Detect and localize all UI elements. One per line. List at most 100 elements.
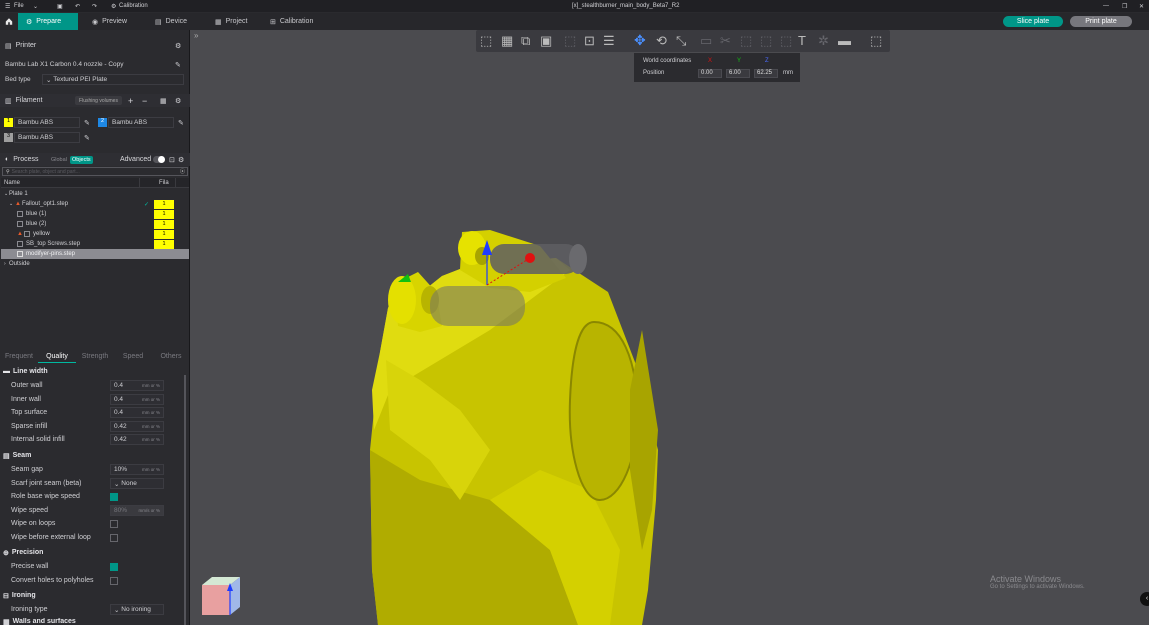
- position-y-input[interactable]: 6.00: [726, 69, 750, 78]
- rotate-icon[interactable]: ⟲: [656, 33, 667, 49]
- redo-icon[interactable]: ↷: [92, 3, 97, 10]
- filament-settings-icon[interactable]: ⚙: [175, 97, 181, 105]
- tab-device[interactable]: ▤ Device: [147, 13, 195, 30]
- file-menu[interactable]: File: [14, 3, 24, 9]
- tab-others[interactable]: Others: [152, 350, 190, 363]
- plate-settings-icon[interactable]: ⊡: [584, 33, 595, 49]
- filament-slot-1-color[interactable]: 1: [4, 118, 13, 127]
- tab-calibration[interactable]: ⊞ Calibration: [262, 13, 321, 30]
- filament-slot-2-edit-icon[interactable]: ✎: [178, 119, 184, 127]
- 3d-viewport[interactable]: [190, 30, 1149, 625]
- printer-settings-icon[interactable]: ⚙: [175, 42, 181, 50]
- outer-wall-input[interactable]: 0.4 mm or %: [110, 380, 164, 391]
- remove-filament-icon[interactable]: −: [142, 96, 147, 106]
- print-plate-button[interactable]: Print plate: [1070, 16, 1132, 27]
- slice-plate-button[interactable]: Slice plate: [1003, 16, 1063, 27]
- filament-slot-3-select[interactable]: Bambu ABS: [14, 132, 80, 143]
- seam-paint-icon[interactable]: ⬚: [760, 33, 772, 49]
- col-fila[interactable]: Fila: [159, 180, 169, 186]
- tab-prepare[interactable]: ⚙ Prepare: [18, 13, 78, 30]
- svg-tool-icon[interactable]: ✲: [818, 33, 829, 49]
- clear-search-icon[interactable]: ⓧ: [180, 168, 185, 175]
- filament-slot-2-select[interactable]: Bambu ABS: [108, 117, 174, 128]
- top-surface-input[interactable]: 0.4 mm or %: [110, 407, 164, 418]
- filament-slot-2-color[interactable]: 2: [98, 118, 107, 127]
- save-icon[interactable]: ▣: [57, 3, 63, 10]
- wipe-speed-input[interactable]: 80% mm/s or %: [110, 505, 164, 516]
- add-object-icon[interactable]: ⬚: [480, 33, 492, 49]
- sync-filament-icon[interactable]: ▦: [160, 97, 167, 105]
- lay-on-face-icon[interactable]: ▭: [700, 33, 712, 49]
- text-tool-icon[interactable]: T: [798, 33, 806, 48]
- role-wipe-checkbox[interactable]: [110, 493, 118, 501]
- menu-icon[interactable]: ☰: [5, 3, 10, 10]
- compare-icon[interactable]: ⊡: [169, 156, 175, 164]
- add-plate-icon[interactable]: ▦: [501, 33, 513, 49]
- part-row-selected[interactable]: modifyer-pins.step: [1, 249, 189, 259]
- collapse-icon[interactable]: ⌄: [4, 191, 8, 197]
- printer-select[interactable]: Bambu Lab X1 Carbon 0.4 nozzle - Copy: [2, 59, 170, 70]
- object-row[interactable]: ⌄ ▲ Fallout_opt1.step ✓ 1: [1, 199, 189, 209]
- object-filament[interactable]: 1: [154, 199, 174, 209]
- internal-solid-infill-input[interactable]: 0.42 mm or %: [110, 434, 164, 445]
- view-cube[interactable]: [198, 573, 248, 623]
- collapse-icon[interactable]: ⌄: [9, 201, 13, 207]
- filament-slot-3-edit-icon[interactable]: ✎: [84, 134, 90, 142]
- part-row[interactable]: ▲ yellow 1: [1, 229, 189, 239]
- process-global-tab[interactable]: Global: [51, 157, 67, 163]
- wipe-before-checkbox[interactable]: [110, 534, 118, 542]
- scale-icon[interactable]: ⤡: [676, 33, 686, 49]
- chevron-left-icon[interactable]: ‹: [1140, 592, 1149, 606]
- layers-icon[interactable]: ☰: [603, 33, 615, 49]
- part-filament[interactable]: 1: [154, 219, 174, 229]
- support-paint-icon[interactable]: ⬚: [740, 33, 752, 49]
- flushing-volumes-button[interactable]: Flushing volumes: [75, 96, 122, 105]
- color-paint-icon[interactable]: ⬚: [780, 33, 792, 49]
- bed-type-select[interactable]: ⌄ Textured PEI Plate: [42, 74, 184, 85]
- filament-slot-1-edit-icon[interactable]: ✎: [84, 119, 90, 127]
- home-icon[interactable]: [0, 13, 18, 30]
- wipe-loops-checkbox[interactable]: [110, 520, 118, 528]
- advanced-toggle[interactable]: [153, 156, 165, 163]
- inner-wall-input[interactable]: 0.4 mm or %: [110, 394, 164, 405]
- convert-holes-checkbox[interactable]: [110, 577, 118, 585]
- add-filament-icon[interactable]: +: [128, 96, 133, 106]
- tab-project[interactable]: ▦ Project: [207, 13, 255, 30]
- seam-gap-input[interactable]: 10% mm or %: [110, 464, 164, 475]
- process-objects-tab[interactable]: Objects: [70, 155, 93, 164]
- calibration-menu[interactable]: Calibration: [119, 3, 148, 9]
- close-icon[interactable]: ✕: [1139, 3, 1144, 10]
- ironing-type-select[interactable]: ⌄ No ironing: [110, 604, 164, 615]
- move-icon[interactable]: ✥: [634, 32, 646, 49]
- part-filament[interactable]: 1: [154, 229, 174, 239]
- position-z-input[interactable]: 62.25: [754, 69, 778, 78]
- tab-speed[interactable]: Speed: [114, 350, 152, 363]
- tab-frequent[interactable]: Frequent: [0, 350, 38, 363]
- split-icon[interactable]: ⬚: [564, 33, 576, 49]
- scrollbar[interactable]: [184, 375, 186, 625]
- scarf-seam-select[interactable]: ⌄ None: [110, 478, 164, 489]
- collapse-sidebar-icon[interactable]: »: [194, 31, 198, 40]
- col-name[interactable]: Name: [4, 180, 20, 186]
- undo-icon[interactable]: ↶: [75, 3, 80, 10]
- part-row[interactable]: SB_top Screws.step 1: [1, 239, 189, 249]
- auto-orient-icon[interactable]: ⧉: [521, 33, 530, 49]
- outside-row[interactable]: › Outside: [1, 259, 189, 269]
- filament-slot-3-color[interactable]: 3: [4, 133, 13, 142]
- cut-icon[interactable]: ✂: [720, 33, 731, 49]
- part-row[interactable]: blue (1) 1: [1, 209, 189, 219]
- process-settings-icon[interactable]: ⚙: [178, 156, 184, 164]
- position-x-input[interactable]: 0.00: [698, 69, 722, 78]
- tab-strength[interactable]: Strength: [76, 350, 114, 363]
- restore-icon[interactable]: ❐: [1122, 3, 1127, 10]
- chevron-down-icon[interactable]: ⌄: [33, 3, 38, 10]
- object-search-input[interactable]: ⚲ Search plate, object and part... ⓧ: [2, 167, 188, 176]
- tab-quality[interactable]: Quality: [38, 350, 76, 363]
- tab-preview[interactable]: ◉ Preview: [84, 13, 135, 30]
- filament-slot-1-select[interactable]: Bambu ABS: [14, 117, 80, 128]
- part-filament[interactable]: 1: [154, 239, 174, 249]
- assembly-icon[interactable]: ⬚: [870, 33, 882, 49]
- measure-icon[interactable]: ▬: [838, 33, 851, 48]
- minimize-icon[interactable]: —: [1103, 3, 1109, 9]
- arrange-icon[interactable]: ▣: [540, 33, 552, 49]
